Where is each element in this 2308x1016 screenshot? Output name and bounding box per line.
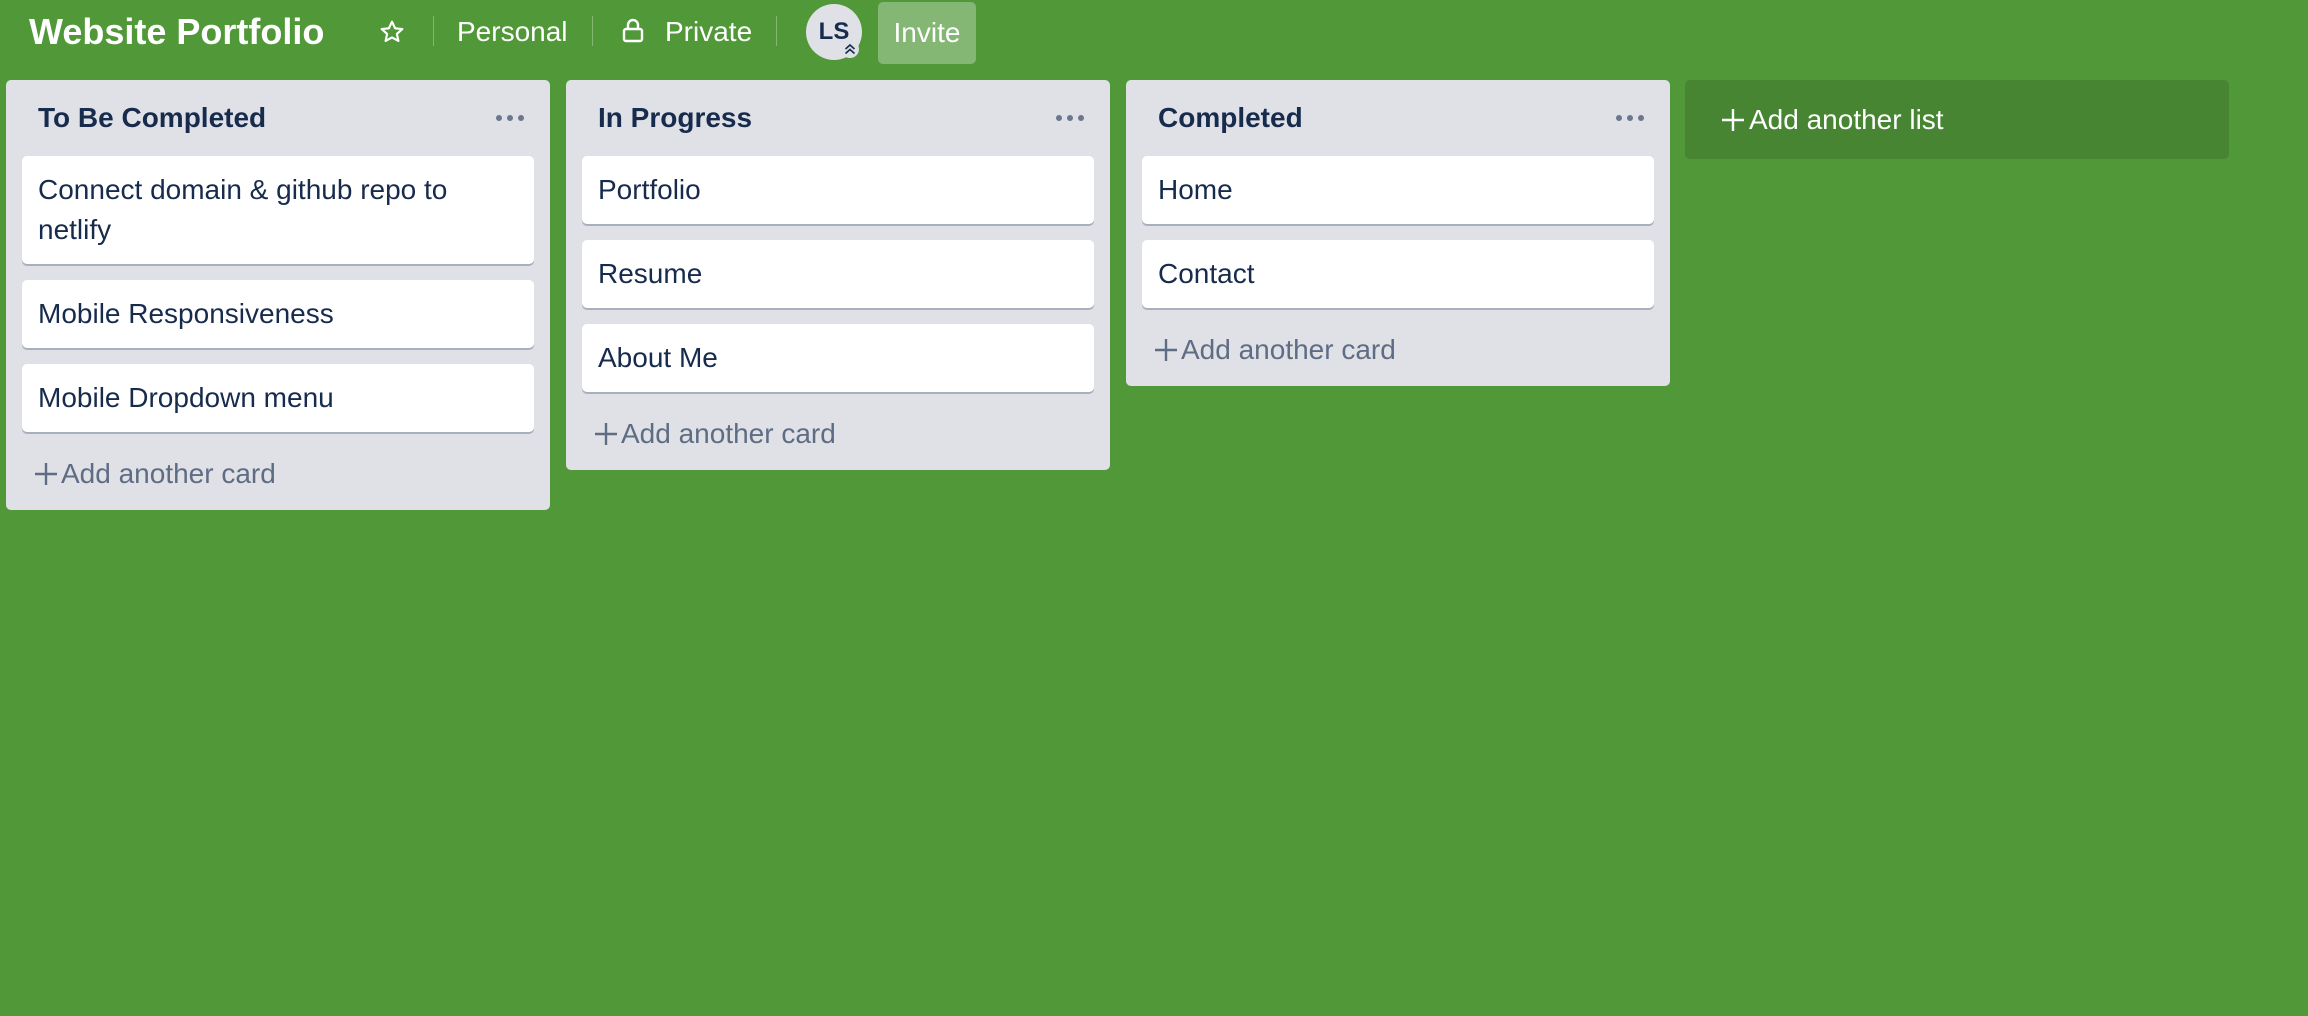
card-list: Home Contact [1126, 156, 1670, 308]
add-card-button[interactable]: Add another card [566, 408, 1110, 470]
list-card[interactable]: Mobile Responsiveness [22, 280, 534, 348]
list-card[interactable]: Connect domain & github repo to netlify [22, 156, 534, 264]
list-header: Completed [1126, 80, 1670, 156]
list-to-be-completed: To Be Completed Connect domain & github … [6, 80, 550, 510]
list-title[interactable]: In Progress [598, 100, 752, 136]
list-header: In Progress [566, 80, 1110, 156]
list-in-progress: In Progress Portfolio Resume About Me Ad… [566, 80, 1110, 470]
list-menu-button[interactable] [490, 98, 530, 138]
list-card[interactable]: Portfolio [582, 156, 1094, 224]
more-horizontal-icon [496, 115, 524, 121]
team-visibility-button[interactable]: Personal [457, 10, 568, 54]
add-card-button[interactable]: Add another card [1126, 324, 1670, 386]
more-horizontal-icon [1056, 115, 1084, 121]
list-header: To Be Completed [6, 80, 550, 156]
plus-icon [35, 463, 57, 485]
list-card[interactable]: Resume [582, 240, 1094, 308]
star-button[interactable] [372, 12, 412, 52]
add-list-button[interactable]: Add another list [1685, 80, 2229, 159]
star-icon [380, 20, 404, 43]
more-horizontal-icon [1616, 115, 1644, 121]
header-divider [433, 16, 434, 46]
plus-icon [1155, 339, 1177, 361]
privacy-button[interactable]: Private [665, 10, 752, 54]
board-header: Website Portfolio Personal Private LS In… [0, 0, 2308, 64]
list-title[interactable]: To Be Completed [38, 100, 266, 136]
card-list: Connect domain & github repo to netlify … [6, 156, 550, 432]
plus-icon [1722, 109, 1744, 131]
lock-icon [622, 18, 644, 43]
list-menu-button[interactable] [1610, 98, 1650, 138]
plus-icon [595, 423, 617, 445]
card-list: Portfolio Resume About Me [566, 156, 1110, 392]
add-card-button[interactable]: Add another card [6, 448, 550, 510]
board-title[interactable]: Website Portfolio [29, 10, 324, 54]
chevron-up-double-icon [841, 40, 859, 58]
invite-button[interactable]: Invite [878, 2, 976, 64]
list-completed: Completed Home Contact Add another card [1126, 80, 1670, 386]
add-card-label: Add another card [1181, 334, 1396, 365]
add-card-label: Add another card [61, 458, 276, 489]
list-card[interactable]: Contact [1142, 240, 1654, 308]
header-divider [776, 16, 777, 46]
list-card[interactable]: About Me [582, 324, 1094, 392]
list-card[interactable]: Home [1142, 156, 1654, 224]
list-title[interactable]: Completed [1158, 100, 1303, 136]
header-divider [592, 16, 593, 46]
list-menu-button[interactable] [1050, 98, 1090, 138]
list-card[interactable]: Mobile Dropdown menu [22, 364, 534, 432]
add-card-label: Add another card [621, 418, 836, 449]
add-list-label: Add another list [1749, 104, 1944, 135]
